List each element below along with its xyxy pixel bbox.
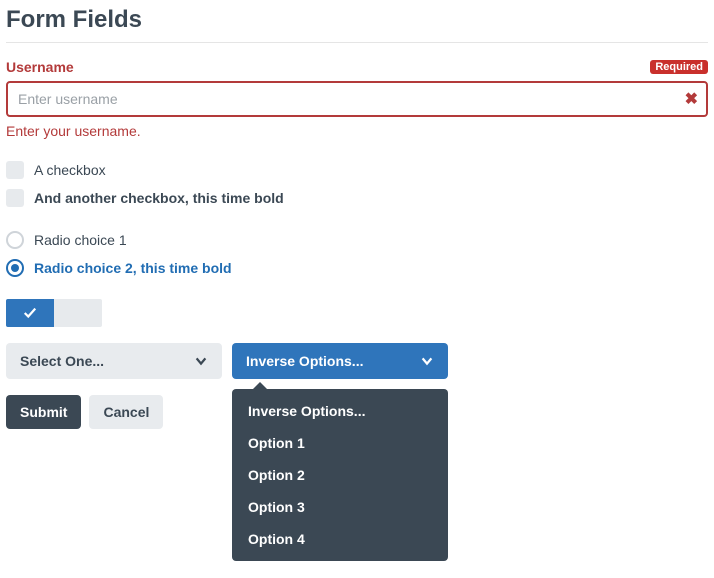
- radio-label: Radio choice 1: [34, 232, 127, 248]
- select-label: Select One...: [20, 353, 104, 369]
- submit-button[interactable]: Submit: [6, 395, 81, 429]
- dropdown-item[interactable]: Option 3: [232, 491, 448, 523]
- dropdown-item[interactable]: Option 1: [232, 427, 448, 459]
- checkbox-icon: [6, 189, 24, 207]
- dropdown-item[interactable]: Option 2: [232, 459, 448, 491]
- checkbox-row[interactable]: A checkbox: [6, 161, 708, 179]
- chevron-down-icon: [420, 354, 434, 368]
- check-icon: [23, 306, 37, 320]
- clear-icon[interactable]: ✖: [685, 89, 698, 109]
- radio-row[interactable]: Radio choice 2, this time bold: [6, 259, 708, 277]
- toggle-off-side: [54, 299, 102, 327]
- username-label: Username: [6, 59, 74, 75]
- checkbox-icon: [6, 161, 24, 179]
- toggle-on-side: [6, 299, 54, 327]
- inverse-options-menu: Inverse Options... Option 1 Option 2 Opt…: [232, 389, 448, 561]
- radio-label: Radio choice 2, this time bold: [34, 260, 232, 276]
- radio-icon: [6, 259, 24, 277]
- select-label: Inverse Options...: [246, 353, 363, 369]
- page-title: Form Fields: [6, 6, 708, 43]
- checkbox-label: A checkbox: [34, 162, 106, 178]
- dropdown-item[interactable]: Option 4: [232, 523, 448, 555]
- radio-row[interactable]: Radio choice 1: [6, 231, 708, 249]
- radio-icon: [6, 231, 24, 249]
- username-input[interactable]: [6, 81, 708, 117]
- select-one-dropdown[interactable]: Select One...: [6, 343, 222, 379]
- dropdown-item[interactable]: Inverse Options...: [232, 395, 448, 427]
- checkbox-label: And another checkbox, this time bold: [34, 190, 284, 206]
- username-help-text: Enter your username.: [6, 123, 708, 139]
- chevron-down-icon: [194, 354, 208, 368]
- cancel-button[interactable]: Cancel: [89, 395, 163, 429]
- toggle-switch[interactable]: [6, 299, 102, 327]
- inverse-options-dropdown[interactable]: Inverse Options...: [232, 343, 448, 379]
- required-badge: Required: [650, 60, 708, 74]
- checkbox-row[interactable]: And another checkbox, this time bold: [6, 189, 708, 207]
